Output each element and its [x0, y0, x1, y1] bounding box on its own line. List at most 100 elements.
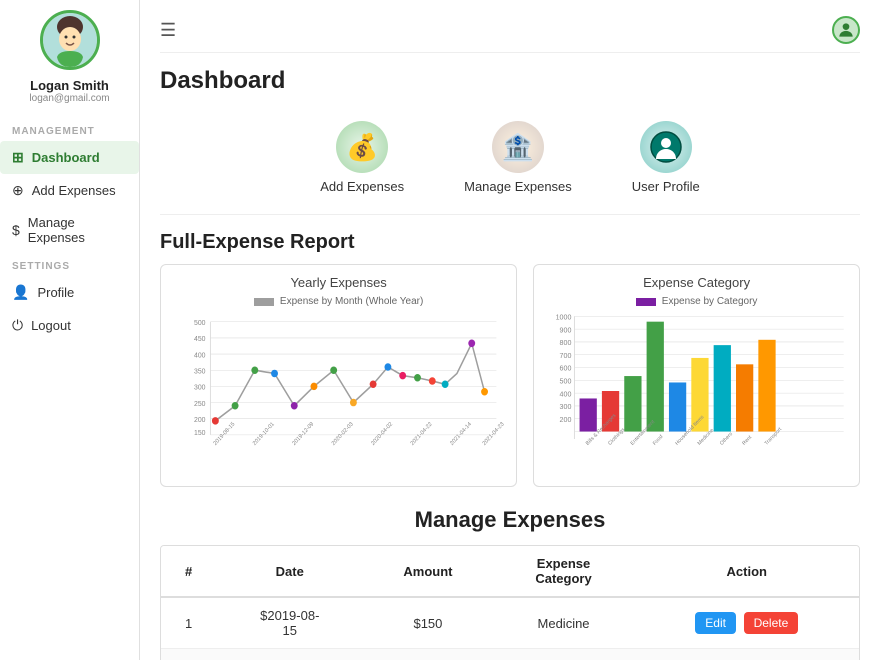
svg-text:700: 700	[560, 351, 572, 360]
sidebar-label-add-expenses: Add Expenses	[32, 183, 116, 198]
sidebar-label-dashboard: Dashboard	[32, 150, 100, 165]
svg-text:900: 900	[560, 325, 572, 334]
yearly-legend-color	[254, 298, 274, 306]
sidebar-item-add-expenses[interactable]: ⊕ Add Expenses	[0, 174, 139, 207]
svg-text:500: 500	[560, 376, 572, 385]
row2-date: $2019-09-19	[216, 649, 363, 660]
svg-text:500: 500	[194, 318, 206, 327]
row2-actions: Edit Delete	[635, 649, 859, 660]
svg-text:250: 250	[194, 398, 206, 407]
svg-text:400: 400	[560, 389, 572, 398]
sidebar-item-manage-expenses[interactable]: $ Manage Expenses	[0, 207, 139, 253]
col-header-num: #	[161, 546, 216, 597]
manage-expenses-qa-icon: 🏦	[492, 121, 544, 173]
svg-text:2019-12-09: 2019-12-09	[292, 421, 316, 447]
category-legend-color	[636, 298, 656, 306]
sidebar-item-profile[interactable]: 👤 Profile	[0, 276, 139, 309]
sidebar-label-profile: Profile	[37, 285, 74, 300]
profile-icon: 👤	[12, 284, 29, 301]
charts-row: Yearly Expenses Expense by Month (Whole …	[160, 264, 860, 487]
row2-category: Food	[493, 649, 635, 660]
quick-action-profile-label: User Profile	[632, 179, 700, 194]
expenses-table: # Date Amount ExpenseCategory Action 1 $…	[161, 546, 859, 660]
quick-action-manage-expenses[interactable]: 🏦 Manage Expenses	[464, 121, 572, 194]
quick-action-add-label: Add Expenses	[320, 179, 404, 194]
row1-date: $2019-08-15	[216, 597, 363, 649]
svg-text:1000: 1000	[556, 312, 572, 321]
sidebar-username: Logan Smith	[30, 78, 109, 93]
avatar	[40, 10, 100, 70]
row2-num: 2	[161, 649, 216, 660]
yearly-legend-label: Expense by Month (Whole Year)	[280, 296, 423, 307]
svg-text:300: 300	[194, 382, 206, 391]
sidebar-email: logan@gmail.com	[29, 93, 109, 104]
svg-text:400: 400	[194, 350, 206, 359]
row2-amount: $120	[363, 649, 492, 660]
svg-text:2019-10-01: 2019-10-01	[252, 421, 276, 447]
svg-text:2021-04-23: 2021-04-23	[482, 421, 506, 447]
yearly-expenses-chart: Yearly Expenses Expense by Month (Whole …	[160, 264, 517, 487]
quick-actions: 💰 Add Expenses 🏦 Manage Expenses User Pr…	[160, 111, 860, 215]
add-expenses-qa-icon: 💰	[336, 121, 388, 173]
quick-action-add-expenses[interactable]: 💰 Add Expenses	[320, 121, 404, 194]
svg-text:2020-02-03: 2020-02-03	[331, 421, 355, 447]
row1-delete-button[interactable]: Delete	[744, 612, 799, 634]
row1-actions: Edit Delete	[635, 597, 859, 649]
sidebar-label-logout: Logout	[31, 318, 71, 333]
hamburger-icon[interactable]: ☰	[160, 20, 176, 41]
bar-chart-svg: 1000 900 800 700 600 500 400 300 200	[544, 311, 849, 471]
row1-edit-button[interactable]: Edit	[695, 612, 736, 634]
logout-icon: ⏻	[12, 317, 23, 334]
yearly-chart-legend: Expense by Month (Whole Year)	[171, 296, 506, 307]
svg-text:2020-04-02: 2020-04-02	[370, 421, 394, 447]
add-expenses-icon: ⊕	[12, 182, 24, 199]
svg-text:200: 200	[560, 415, 572, 424]
svg-text:800: 800	[560, 338, 572, 347]
svg-text:350: 350	[194, 366, 206, 375]
row1-amount: $150	[363, 597, 492, 649]
svg-text:450: 450	[194, 334, 206, 343]
yearly-chart-title: Yearly Expenses	[171, 275, 506, 290]
col-header-category: ExpenseCategory	[493, 546, 635, 597]
svg-text:Rent: Rent	[742, 434, 754, 447]
sidebar-item-dashboard[interactable]: ⊞ Dashboard	[0, 141, 139, 174]
expenses-table-wrap: # Date Amount ExpenseCategory Action 1 $…	[160, 545, 860, 660]
dashboard-icon: ⊞	[12, 149, 24, 166]
svg-text:600: 600	[560, 364, 572, 373]
svg-text:2019-08-15: 2019-08-15	[213, 421, 237, 447]
table-row: 1 $2019-08-15 $150 Medicine Edit Delete	[161, 597, 859, 649]
sidebar-item-logout[interactable]: ⏻ Logout	[0, 309, 139, 342]
table-header-row: # Date Amount ExpenseCategory Action	[161, 546, 859, 597]
management-section-label: MANAGEMENT	[0, 126, 95, 137]
row1-category: Medicine	[493, 597, 635, 649]
top-bar: ☰	[160, 16, 860, 53]
svg-text:200: 200	[194, 415, 206, 424]
svg-text:300: 300	[560, 402, 572, 411]
svg-text:2021-04-22: 2021-04-22	[410, 421, 434, 447]
page-title: Dashboard	[160, 67, 860, 95]
svg-text:Food: Food	[652, 434, 664, 447]
main-content: ☰ Dashboard 💰 Add Expenses 🏦 Manage Expe…	[140, 0, 880, 660]
table-row: 2 $2019-09-19 $120 Food Edit Delete	[161, 649, 859, 660]
sidebar: Logan Smith logan@gmail.com MANAGEMENT ⊞…	[0, 0, 140, 660]
col-header-amount: Amount	[363, 546, 492, 597]
svg-text:150: 150	[194, 428, 206, 437]
quick-action-user-profile[interactable]: User Profile	[632, 121, 700, 194]
row1-num: 1	[161, 597, 216, 649]
manage-expenses-icon: $	[12, 222, 20, 238]
svg-text:Others: Others	[719, 431, 734, 447]
full-expense-report-title: Full-Expense Report	[160, 231, 860, 254]
header-user-avatar[interactable]	[832, 16, 860, 44]
expense-category-chart: Expense Category Expense by Category	[533, 264, 860, 487]
col-header-action: Action	[635, 546, 859, 597]
svg-text:2021-04-14: 2021-04-14	[449, 421, 473, 447]
category-chart-title: Expense Category	[544, 275, 849, 290]
col-header-date: Date	[216, 546, 363, 597]
line-chart-svg: 500 450 400 350 300 250 200 150	[171, 311, 506, 451]
user-profile-qa-icon	[640, 121, 692, 173]
settings-section-label: SETTINGS	[0, 261, 70, 272]
category-chart-legend: Expense by Category	[544, 296, 849, 307]
quick-action-manage-label: Manage Expenses	[464, 179, 572, 194]
category-legend-label: Expense by Category	[662, 296, 758, 307]
sidebar-label-manage-expenses: Manage Expenses	[28, 215, 127, 245]
